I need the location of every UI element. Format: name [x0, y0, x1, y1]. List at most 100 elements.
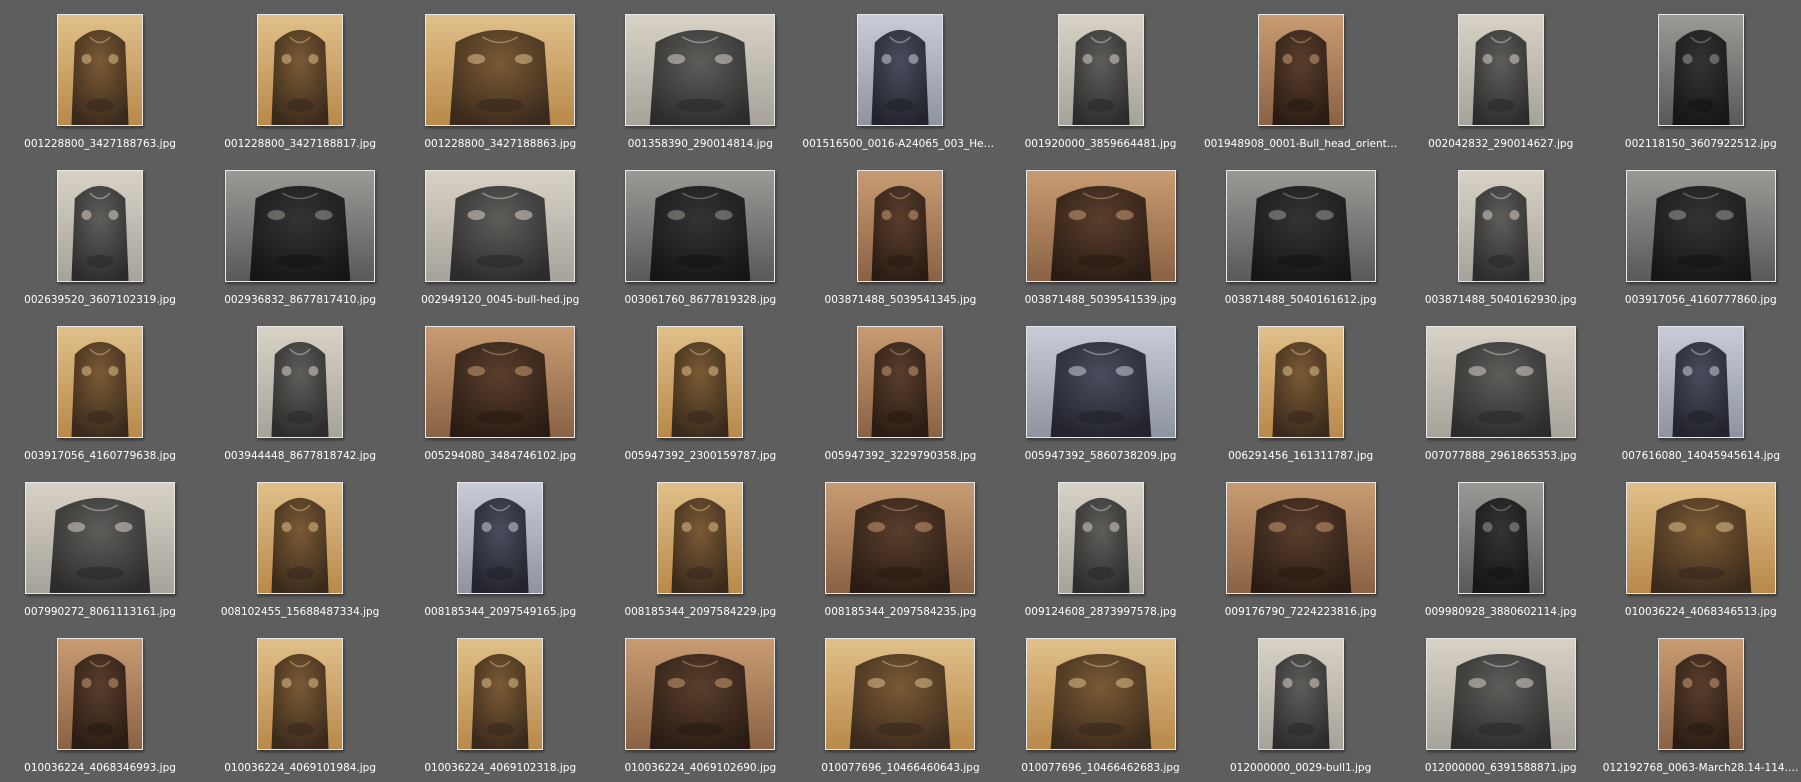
- file-item[interactable]: 002042832_290014627.jpg: [1401, 0, 1601, 156]
- thumbnail-frame: [200, 630, 400, 758]
- file-item[interactable]: 001948908_0001-Bull_head_orient…: [1201, 0, 1401, 156]
- file-item[interactable]: 003917056_4160777860.jpg: [1601, 156, 1801, 312]
- file-item[interactable]: 003871488_5039541539.jpg: [1000, 156, 1200, 312]
- file-item[interactable]: 007616080_14045945614.jpg: [1601, 312, 1801, 468]
- image-thumbnail[interactable]: [1257, 14, 1344, 126]
- file-name-label: 003061760_8677819328.jpg: [624, 294, 777, 306]
- image-thumbnail[interactable]: [625, 14, 776, 126]
- file-item[interactable]: 001358390_290014814.jpg: [600, 0, 800, 156]
- file-item[interactable]: 001228800_3427188817.jpg: [200, 0, 400, 156]
- file-item[interactable]: 002936832_8677817410.jpg: [200, 156, 400, 312]
- file-item[interactable]: 008102455_15688487334.jpg: [200, 468, 400, 624]
- file-item[interactable]: 010077696_10466460643.jpg: [800, 624, 1000, 780]
- image-thumbnail[interactable]: [1457, 482, 1544, 594]
- file-item[interactable]: 009124608_2873997578.jpg: [1000, 468, 1200, 624]
- image-thumbnail[interactable]: [457, 638, 544, 750]
- thumbnail-frame: [1401, 318, 1601, 446]
- file-item[interactable]: 003917056_4160779638.jpg: [0, 312, 200, 468]
- file-item[interactable]: 001920000_3859664481.jpg: [1000, 0, 1200, 156]
- image-thumbnail[interactable]: [1257, 326, 1344, 438]
- file-item[interactable]: 003871488_5039541345.jpg: [800, 156, 1000, 312]
- file-item[interactable]: 008185344_2097584235.jpg: [800, 468, 1000, 624]
- file-item[interactable]: 007077888_2961865353.jpg: [1401, 312, 1601, 468]
- image-thumbnail[interactable]: [425, 170, 576, 282]
- file-item[interactable]: 003944448_8677818742.jpg: [200, 312, 400, 468]
- file-item[interactable]: 003871488_5040162930.jpg: [1401, 156, 1601, 312]
- image-thumbnail[interactable]: [257, 14, 344, 126]
- image-thumbnail[interactable]: [1657, 326, 1744, 438]
- file-item[interactable]: 012000000_0029-bull1.jpg: [1201, 624, 1401, 780]
- image-thumbnail[interactable]: [57, 14, 144, 126]
- file-item[interactable]: 010036224_4068346993.jpg: [0, 624, 200, 780]
- image-thumbnail[interactable]: [1457, 170, 1544, 282]
- file-item[interactable]: 010036224_4068346513.jpg: [1601, 468, 1801, 624]
- image-thumbnail[interactable]: [25, 482, 176, 594]
- image-thumbnail[interactable]: [1225, 170, 1376, 282]
- image-thumbnail[interactable]: [57, 170, 144, 282]
- image-thumbnail[interactable]: [857, 326, 944, 438]
- thumbnail-frame: [600, 630, 800, 758]
- image-thumbnail[interactable]: [257, 326, 344, 438]
- image-thumbnail[interactable]: [657, 326, 744, 438]
- image-thumbnail[interactable]: [257, 482, 344, 594]
- file-item[interactable]: 009176790_7224223816.jpg: [1201, 468, 1401, 624]
- image-thumbnail[interactable]: [1657, 638, 1744, 750]
- image-thumbnail[interactable]: [1625, 170, 1776, 282]
- image-thumbnail[interactable]: [825, 638, 976, 750]
- image-thumbnail[interactable]: [1425, 326, 1576, 438]
- file-item[interactable]: 001228800_3427188863.jpg: [400, 0, 600, 156]
- thumbnail-frame: [800, 162, 1000, 290]
- image-thumbnail[interactable]: [1457, 14, 1544, 126]
- image-thumbnail[interactable]: [1625, 482, 1776, 594]
- image-thumbnail[interactable]: [657, 482, 744, 594]
- image-thumbnail[interactable]: [857, 170, 944, 282]
- image-thumbnail[interactable]: [457, 482, 544, 594]
- file-item[interactable]: 001228800_3427188763.jpg: [0, 0, 200, 156]
- file-item[interactable]: 010077696_10466462683.jpg: [1000, 624, 1200, 780]
- image-thumbnail[interactable]: [625, 170, 776, 282]
- file-item[interactable]: 010036224_4069102318.jpg: [400, 624, 600, 780]
- image-thumbnail[interactable]: [1025, 638, 1176, 750]
- file-item[interactable]: 008185344_2097584229.jpg: [600, 468, 800, 624]
- file-item[interactable]: 005947392_3229790358.jpg: [800, 312, 1000, 468]
- image-thumbnail[interactable]: [1257, 638, 1344, 750]
- image-thumbnail[interactable]: [1025, 326, 1176, 438]
- file-item[interactable]: 007990272_8061113161.jpg: [0, 468, 200, 624]
- image-thumbnail[interactable]: [57, 638, 144, 750]
- image-thumbnail[interactable]: [425, 14, 576, 126]
- file-item[interactable]: 003871488_5040161612.jpg: [1201, 156, 1401, 312]
- file-item[interactable]: 003061760_8677819328.jpg: [600, 156, 800, 312]
- image-thumbnail[interactable]: [1057, 14, 1144, 126]
- image-thumbnail[interactable]: [825, 482, 976, 594]
- file-item[interactable]: 002949120_0045-bull-hed.jpg: [400, 156, 600, 312]
- file-item[interactable]: 012192768_0063-March28.14-114.jpg: [1601, 624, 1801, 780]
- file-item[interactable]: 002639520_3607102319.jpg: [0, 156, 200, 312]
- file-item[interactable]: 005294080_3484746102.jpg: [400, 312, 600, 468]
- file-item[interactable]: 009980928_3880602114.jpg: [1401, 468, 1601, 624]
- file-item[interactable]: 008185344_2097549165.jpg: [400, 468, 600, 624]
- image-thumbnail[interactable]: [425, 326, 576, 438]
- file-item[interactable]: 006291456_161311787.jpg: [1201, 312, 1401, 468]
- file-item[interactable]: 010036224_4069101984.jpg: [200, 624, 400, 780]
- image-thumbnail[interactable]: [1225, 482, 1376, 594]
- file-item[interactable]: 010036224_4069102690.jpg: [600, 624, 800, 780]
- image-thumbnail[interactable]: [257, 638, 344, 750]
- image-thumbnail[interactable]: [57, 326, 144, 438]
- image-thumbnail[interactable]: [625, 638, 776, 750]
- image-thumbnail[interactable]: [1025, 170, 1176, 282]
- image-thumbnail[interactable]: [225, 170, 376, 282]
- file-name-label: 008102455_15688487334.jpg: [220, 606, 380, 618]
- image-thumbnail[interactable]: [1057, 482, 1144, 594]
- file-name-label: 001228800_3427188817.jpg: [224, 138, 377, 150]
- image-thumbnail[interactable]: [1657, 14, 1744, 126]
- file-item[interactable]: 001516500_0016-A24065_003_Hea…: [800, 0, 1000, 156]
- image-thumbnail[interactable]: [857, 14, 944, 126]
- image-thumbnail[interactable]: [1425, 638, 1576, 750]
- thumbnail-frame: [0, 6, 200, 134]
- file-item[interactable]: 012000000_6391588871.jpg: [1401, 624, 1601, 780]
- file-item[interactable]: 005947392_2300159787.jpg: [600, 312, 800, 468]
- file-name-label: 003871488_5040161612.jpg: [1224, 294, 1377, 306]
- file-item[interactable]: 005947392_5860738209.jpg: [1000, 312, 1200, 468]
- thumbnail-frame: [800, 630, 1000, 758]
- file-item[interactable]: 002118150_3607922512.jpg: [1601, 0, 1801, 156]
